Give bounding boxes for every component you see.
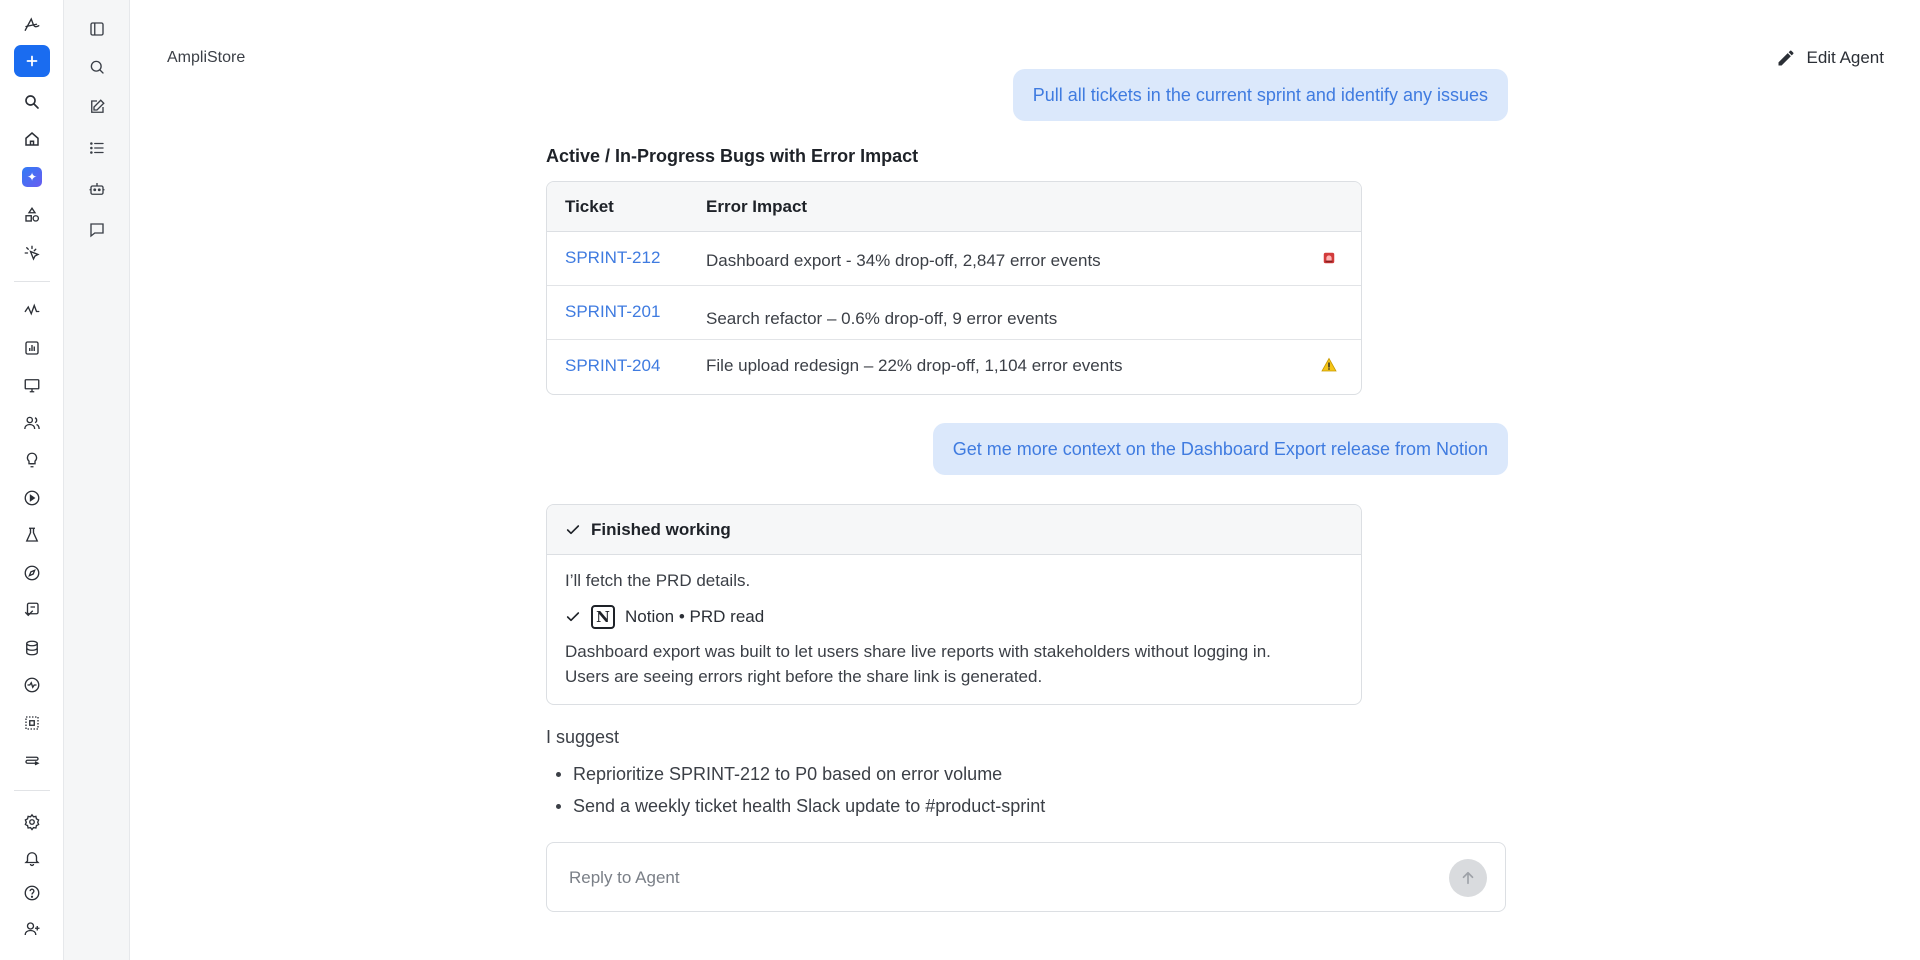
add-user-icon[interactable]	[14, 914, 50, 944]
table-row: SPRINT-212 Dashboard export - 34% drop-o…	[547, 232, 1361, 286]
ticket-link[interactable]: SPRINT-212	[565, 248, 660, 268]
error-impact-text: Dashboard export - 34% drop-off, 2,847 e…	[706, 251, 1101, 270]
send-button[interactable]	[1449, 859, 1487, 897]
lightbulb-icon[interactable]	[14, 445, 50, 475]
reply-composer	[546, 842, 1506, 912]
guide-icon[interactable]	[14, 595, 50, 625]
siren-icon	[1321, 250, 1337, 266]
list-icon[interactable]	[79, 133, 115, 163]
sparkle-cursor-icon[interactable]	[14, 238, 50, 268]
secondary-nav-rail	[64, 0, 130, 960]
table-header: Ticket Error Impact	[547, 182, 1361, 232]
nav-divider	[14, 281, 50, 282]
compass-icon[interactable]	[14, 558, 50, 588]
new-button[interactable]	[14, 45, 50, 77]
help-icon[interactable]	[14, 878, 50, 908]
prd-summary-line: Users are seeing errors right before the…	[565, 667, 1043, 686]
work-body: I’ll fetch the PRD details. N Notion • P…	[547, 555, 1361, 703]
suggestion-item: Reprioritize SPRINT-212 to P0 based on e…	[546, 762, 1045, 794]
check-icon	[566, 524, 580, 534]
shapes-icon[interactable]	[14, 200, 50, 230]
flow-icon[interactable]	[14, 746, 50, 776]
suggestion-heading: I suggest	[546, 727, 620, 747]
error-impact-text: Search refactor – 0.6% drop-off, 9 error…	[706, 309, 1058, 328]
agent-step-text: I’ll fetch the PRD details.	[565, 571, 751, 590]
search-icon[interactable]	[14, 87, 50, 117]
ai-assistant-icon[interactable]: ✦	[14, 162, 50, 192]
arrow-up-icon	[1462, 871, 1474, 885]
database-icon[interactable]	[14, 633, 50, 663]
sidebar-toggle-icon[interactable]	[79, 14, 115, 44]
column-header-ticket: Ticket	[565, 197, 614, 216]
check-icon	[566, 612, 580, 622]
suggestion-list: Reprioritize SPRINT-212 to P0 based on e…	[546, 762, 1045, 826]
reply-input[interactable]	[569, 865, 1429, 891]
table-title: Active / In-Progress Bugs with Error Imp…	[546, 146, 919, 166]
primary-nav-rail: ✦	[0, 0, 64, 960]
tool-call-label: Notion • PRD read	[625, 607, 765, 626]
nav-divider	[14, 790, 50, 791]
table-row: SPRINT-204 File upload redesign – 22% dr…	[547, 340, 1361, 394]
column-header-impact: Error Impact	[706, 197, 808, 216]
prd-summary: Dashboard export was built to let users …	[565, 639, 1343, 689]
notion-icon: N	[591, 605, 615, 629]
agent-chat-area: AmpliStore Edit Agent Pull all tickets i…	[130, 0, 1920, 960]
ticket-link[interactable]: SPRINT-201	[565, 302, 660, 322]
object-icon[interactable]	[14, 708, 50, 738]
pencil-icon	[1778, 50, 1794, 66]
search-icon[interactable]	[79, 52, 115, 82]
edit-icon[interactable]	[79, 92, 115, 122]
user-message: Pull all tickets in the current sprint a…	[1012, 69, 1508, 121]
bell-icon[interactable]	[14, 843, 50, 873]
home-icon[interactable]	[14, 124, 50, 154]
monitor-icon[interactable]	[14, 370, 50, 400]
play-circle-icon[interactable]	[14, 483, 50, 513]
app-title: AmpliStore	[167, 49, 246, 66]
users-icon[interactable]	[14, 408, 50, 438]
warning-icon	[1321, 357, 1337, 373]
user-message-text: Pull all tickets in the current sprint a…	[1032, 84, 1488, 105]
agent-work-card: Finished working I’ll fetch the PRD deta…	[546, 504, 1362, 705]
work-status-label: Finished working	[591, 519, 731, 539]
error-impact-text: File upload redesign – 22% drop-off, 1,1…	[706, 356, 1123, 375]
flask-icon[interactable]	[14, 520, 50, 550]
edit-agent-label: Edit Agent	[1806, 48, 1884, 67]
health-icon[interactable]	[14, 670, 50, 700]
user-message: Get me more context on the Dashboard Exp…	[932, 423, 1508, 475]
settings-icon[interactable]	[14, 807, 50, 837]
edit-agent-button[interactable]: Edit Agent	[1776, 48, 1884, 68]
suggestion-item: Send a weekly ticket health Slack update…	[546, 794, 1045, 826]
tool-call-row: N Notion • PRD read	[565, 605, 1343, 629]
ticket-link[interactable]: SPRINT-204	[565, 356, 660, 376]
user-message-text: Get me more context on the Dashboard Exp…	[952, 438, 1488, 459]
bar-chart-icon[interactable]	[14, 333, 50, 363]
activity-icon[interactable]	[14, 295, 50, 325]
chat-icon[interactable]	[79, 215, 115, 245]
bot-icon[interactable]	[79, 174, 115, 204]
table-row: SPRINT-201 Search refactor – 0.6% drop-o…	[547, 286, 1361, 340]
work-status-header[interactable]: Finished working	[547, 505, 1361, 555]
prd-summary-line: Dashboard export was built to let users …	[565, 642, 1271, 661]
logo-icon[interactable]	[14, 10, 50, 40]
bugs-table: Ticket Error Impact SPRINT-212 Dashboard…	[546, 181, 1362, 395]
